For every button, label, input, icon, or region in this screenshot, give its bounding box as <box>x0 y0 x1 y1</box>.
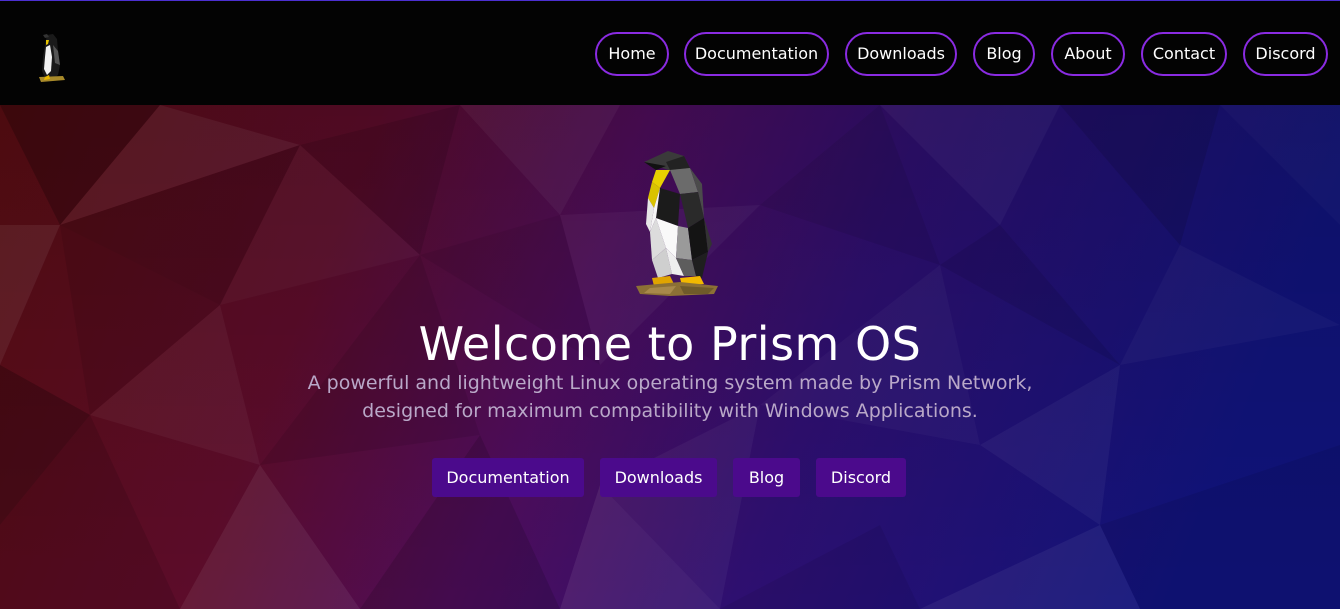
blog-button[interactable]: Blog <box>733 458 800 497</box>
hero-subtitle-line-1: A powerful and lightweight Linux operati… <box>307 372 1033 394</box>
nav-link-home[interactable]: Home <box>595 32 669 76</box>
penguin-logo-icon[interactable] <box>33 31 69 83</box>
documentation-button[interactable]: Documentation <box>432 458 584 497</box>
nav-link-about[interactable]: About <box>1051 32 1125 76</box>
hero-title: Welcome to Prism OS <box>418 317 922 371</box>
hero-subtitle: A powerful and lightweight Linux operati… <box>270 369 1070 425</box>
discord-button[interactable]: Discord <box>816 458 906 497</box>
hero-subtitle-line-2: designed for maximum compatibility with … <box>362 400 978 422</box>
nav-link-contact[interactable]: Contact <box>1141 32 1227 76</box>
nav-link-documentation[interactable]: Documentation <box>684 32 829 76</box>
hero-section: Welcome to Prism OS A powerful and light… <box>0 105 1340 609</box>
nav-link-downloads[interactable]: Downloads <box>845 32 957 76</box>
nav-link-blog[interactable]: Blog <box>973 32 1035 76</box>
navbar: Home Documentation Downloads Blog About … <box>0 1 1340 105</box>
downloads-button[interactable]: Downloads <box>600 458 717 497</box>
penguin-hero-icon <box>636 151 718 296</box>
nav-link-discord[interactable]: Discord <box>1243 32 1328 76</box>
